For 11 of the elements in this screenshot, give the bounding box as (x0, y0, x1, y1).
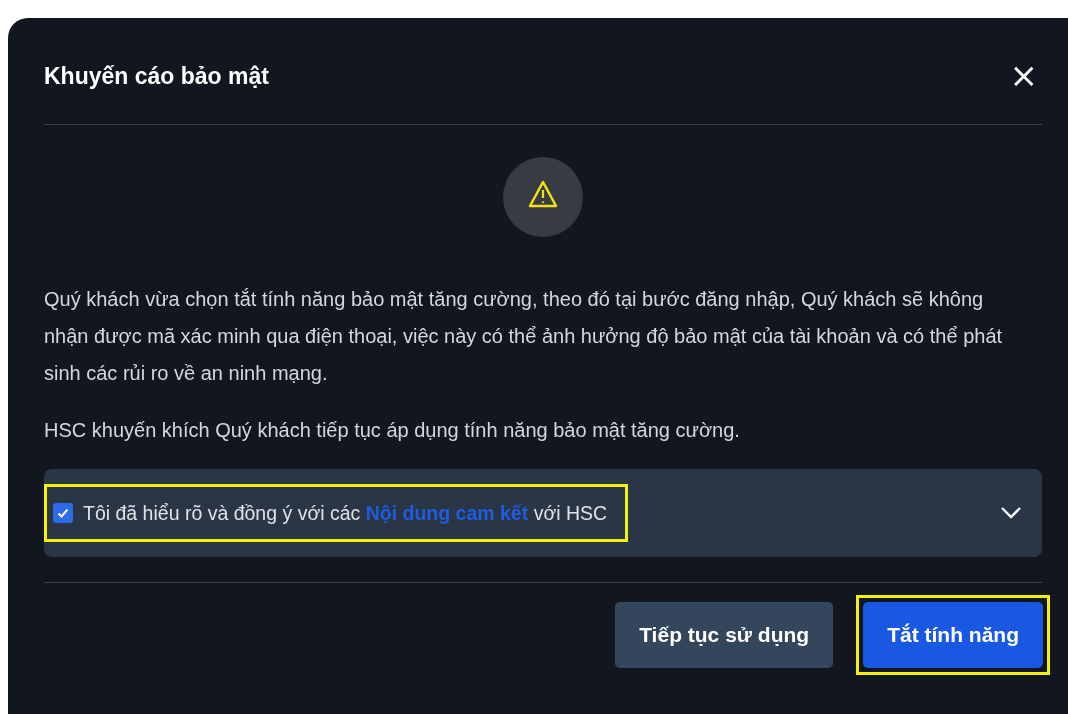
close-button[interactable]: × (1005, 58, 1042, 92)
chevron-icon[interactable] (1000, 506, 1022, 520)
turn-off-button[interactable]: Tắt tính năng (863, 602, 1043, 668)
continue-button[interactable]: Tiếp tục sử dụng (615, 602, 834, 668)
warning-icon (503, 157, 583, 237)
dialog-title: Khuyến cáo bảo mật (44, 61, 269, 90)
message-text: HSC khuyến khích Quý khách tiếp tục áp dụng tính năng bảo mật tăng cường. (44, 418, 741, 443)
check-icon (56, 506, 70, 520)
checkbox[interactable] (53, 503, 73, 523)
agreement-text: Tôi đã hiểu rõ và đồng ý với các Nội dung cam kết với HSC (83, 501, 608, 525)
message-text: Quý khách vừa chọn tắt tính năng bảo mật tăng cường, theo đó tại bước đăng nhập, Quý khách sẽ không nhận được mã xác minh qua điện thoại, việc này có thể ảnh hưởng độ bảo mật của tài khoản và có thể phát sinh các rủi ro về an ninh mạng. (44, 287, 1004, 386)
